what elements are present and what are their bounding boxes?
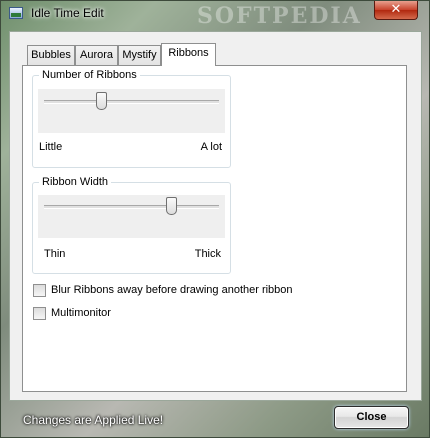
- ribbon-width-group: Ribbon Width Thin Thick: [32, 176, 231, 274]
- number-of-ribbons-slider-area: [38, 89, 225, 133]
- ribbon-width-min-label: Thin: [44, 248, 66, 260]
- settings-panel: Bubbles Aurora Mystify Ribbons Number of…: [9, 31, 422, 401]
- ribbon-width-slider-thumb[interactable]: [166, 197, 177, 215]
- tab-mystify[interactable]: Mystify: [118, 45, 161, 65]
- number-of-ribbons-min-label: Little: [39, 141, 63, 153]
- ribbon-width-label: Ribbon Width: [39, 176, 112, 188]
- tab-aurora[interactable]: Aurora: [75, 45, 118, 65]
- number-of-ribbons-max-label: A lot: [200, 141, 222, 153]
- window-title: Idle Time Edit: [31, 6, 104, 20]
- app-icon: [9, 7, 23, 19]
- ribbon-width-slider-area: [38, 195, 225, 238]
- ribbons-tab-panel: Number of Ribbons Little A lot Ribbon Wi…: [22, 65, 407, 392]
- number-of-ribbons-slider-thumb[interactable]: [96, 92, 107, 110]
- number-of-ribbons-label: Number of Ribbons: [39, 69, 140, 81]
- ribbon-width-max-label: Thick: [194, 248, 221, 260]
- blur-ribbons-checkbox[interactable]: [33, 284, 46, 297]
- close-button[interactable]: Close: [334, 406, 409, 429]
- blur-ribbons-label[interactable]: Blur Ribbons away before drawing another…: [51, 284, 293, 296]
- multimonitor-label[interactable]: Multimonitor: [51, 307, 111, 319]
- tab-ribbons[interactable]: Ribbons: [161, 43, 216, 66]
- ribbon-width-track[interactable]: [44, 205, 219, 209]
- number-of-ribbons-track[interactable]: [44, 100, 219, 104]
- status-message: Changes are Applied Live!: [23, 413, 164, 427]
- window-close-button[interactable]: ✕: [374, 1, 418, 20]
- title-bar[interactable]: Idle Time Edit SOFTPEDIA ✕: [1, 1, 430, 29]
- tab-bubbles[interactable]: Bubbles: [27, 45, 75, 65]
- number-of-ribbons-group: Number of Ribbons Little A lot: [32, 69, 231, 168]
- close-icon: ✕: [390, 2, 402, 17]
- multimonitor-checkbox[interactable]: [33, 307, 46, 320]
- watermark: SOFTPEDIA: [197, 3, 362, 29]
- app-window: Idle Time Edit SOFTPEDIA ✕ Bubbles Auror…: [0, 0, 430, 438]
